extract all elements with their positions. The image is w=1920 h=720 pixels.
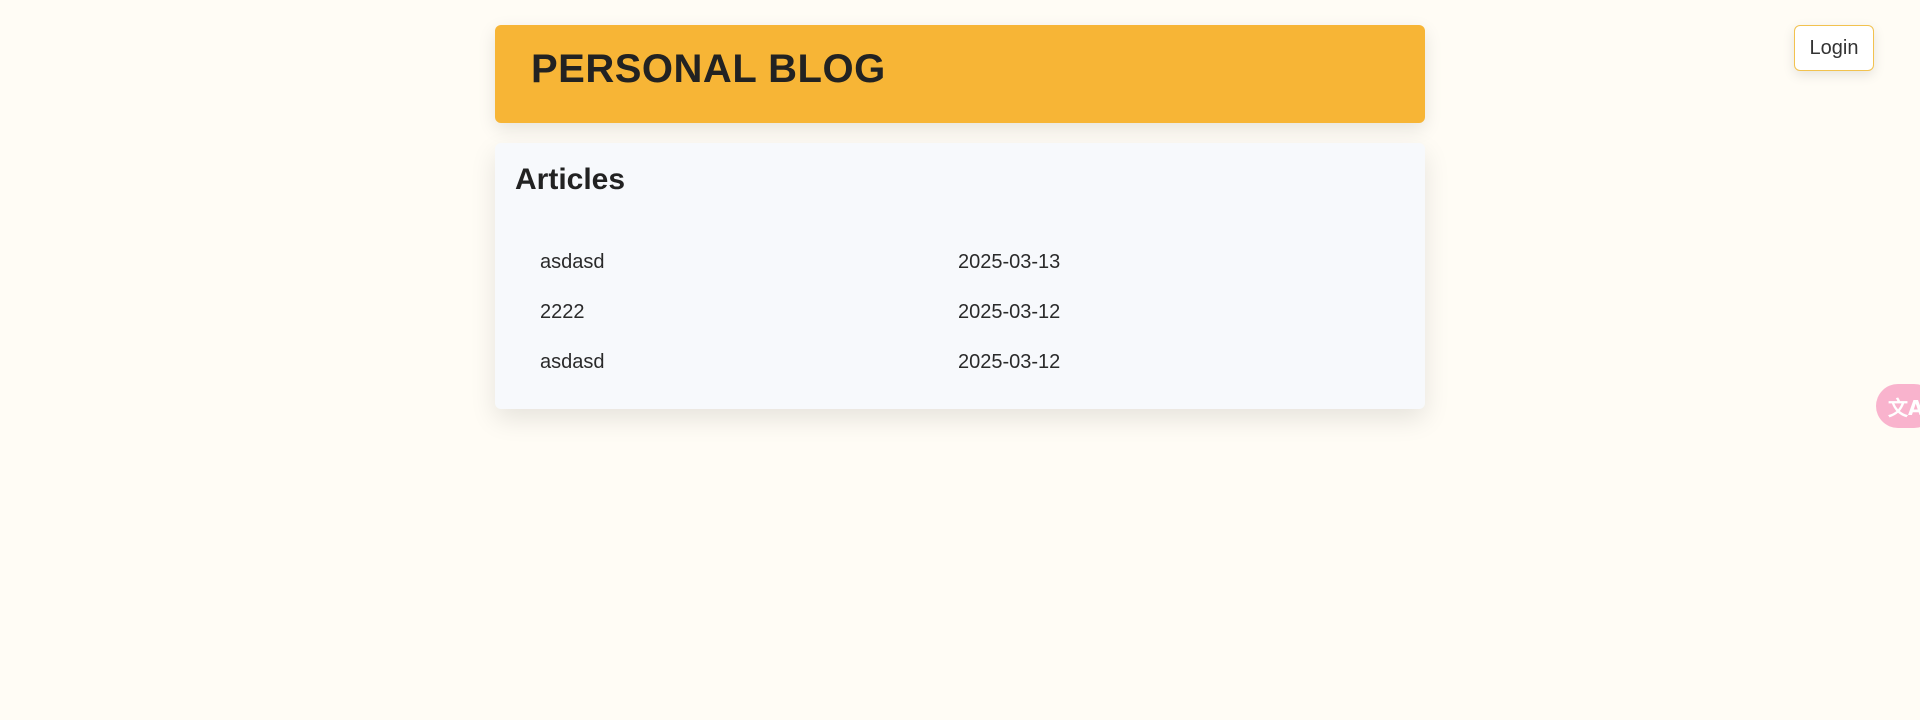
articles-card: Articles asdasd 2025-03-13 2222 2025-03-… bbox=[495, 143, 1425, 409]
article-date: 2025-03-12 bbox=[958, 301, 1061, 323]
article-title[interactable]: asdasd bbox=[540, 251, 605, 274]
translate-button[interactable]: 文A bbox=[1876, 384, 1920, 428]
page: PERSONAL BLOG Login Articles asdasd 2025… bbox=[0, 0, 1920, 720]
list-item[interactable]: asdasd 2025-03-13 bbox=[495, 239, 1425, 289]
article-title[interactable]: asdasd bbox=[540, 351, 605, 374]
site-header: PERSONAL BLOG bbox=[495, 25, 1425, 123]
translate-icon: 文A bbox=[1888, 395, 1920, 420]
article-date: 2025-03-12 bbox=[958, 351, 1061, 373]
list-item[interactable]: asdasd 2025-03-12 bbox=[495, 339, 1425, 389]
login-button[interactable]: Login bbox=[1794, 25, 1874, 71]
article-title[interactable]: 2222 bbox=[540, 301, 585, 324]
article-list: asdasd 2025-03-13 2222 2025-03-12 asdasd… bbox=[495, 239, 1425, 389]
articles-heading: Articles bbox=[515, 163, 626, 196]
list-item[interactable]: 2222 2025-03-12 bbox=[495, 289, 1425, 339]
article-date: 2025-03-13 bbox=[958, 251, 1061, 273]
site-title: PERSONAL BLOG bbox=[531, 47, 886, 91]
